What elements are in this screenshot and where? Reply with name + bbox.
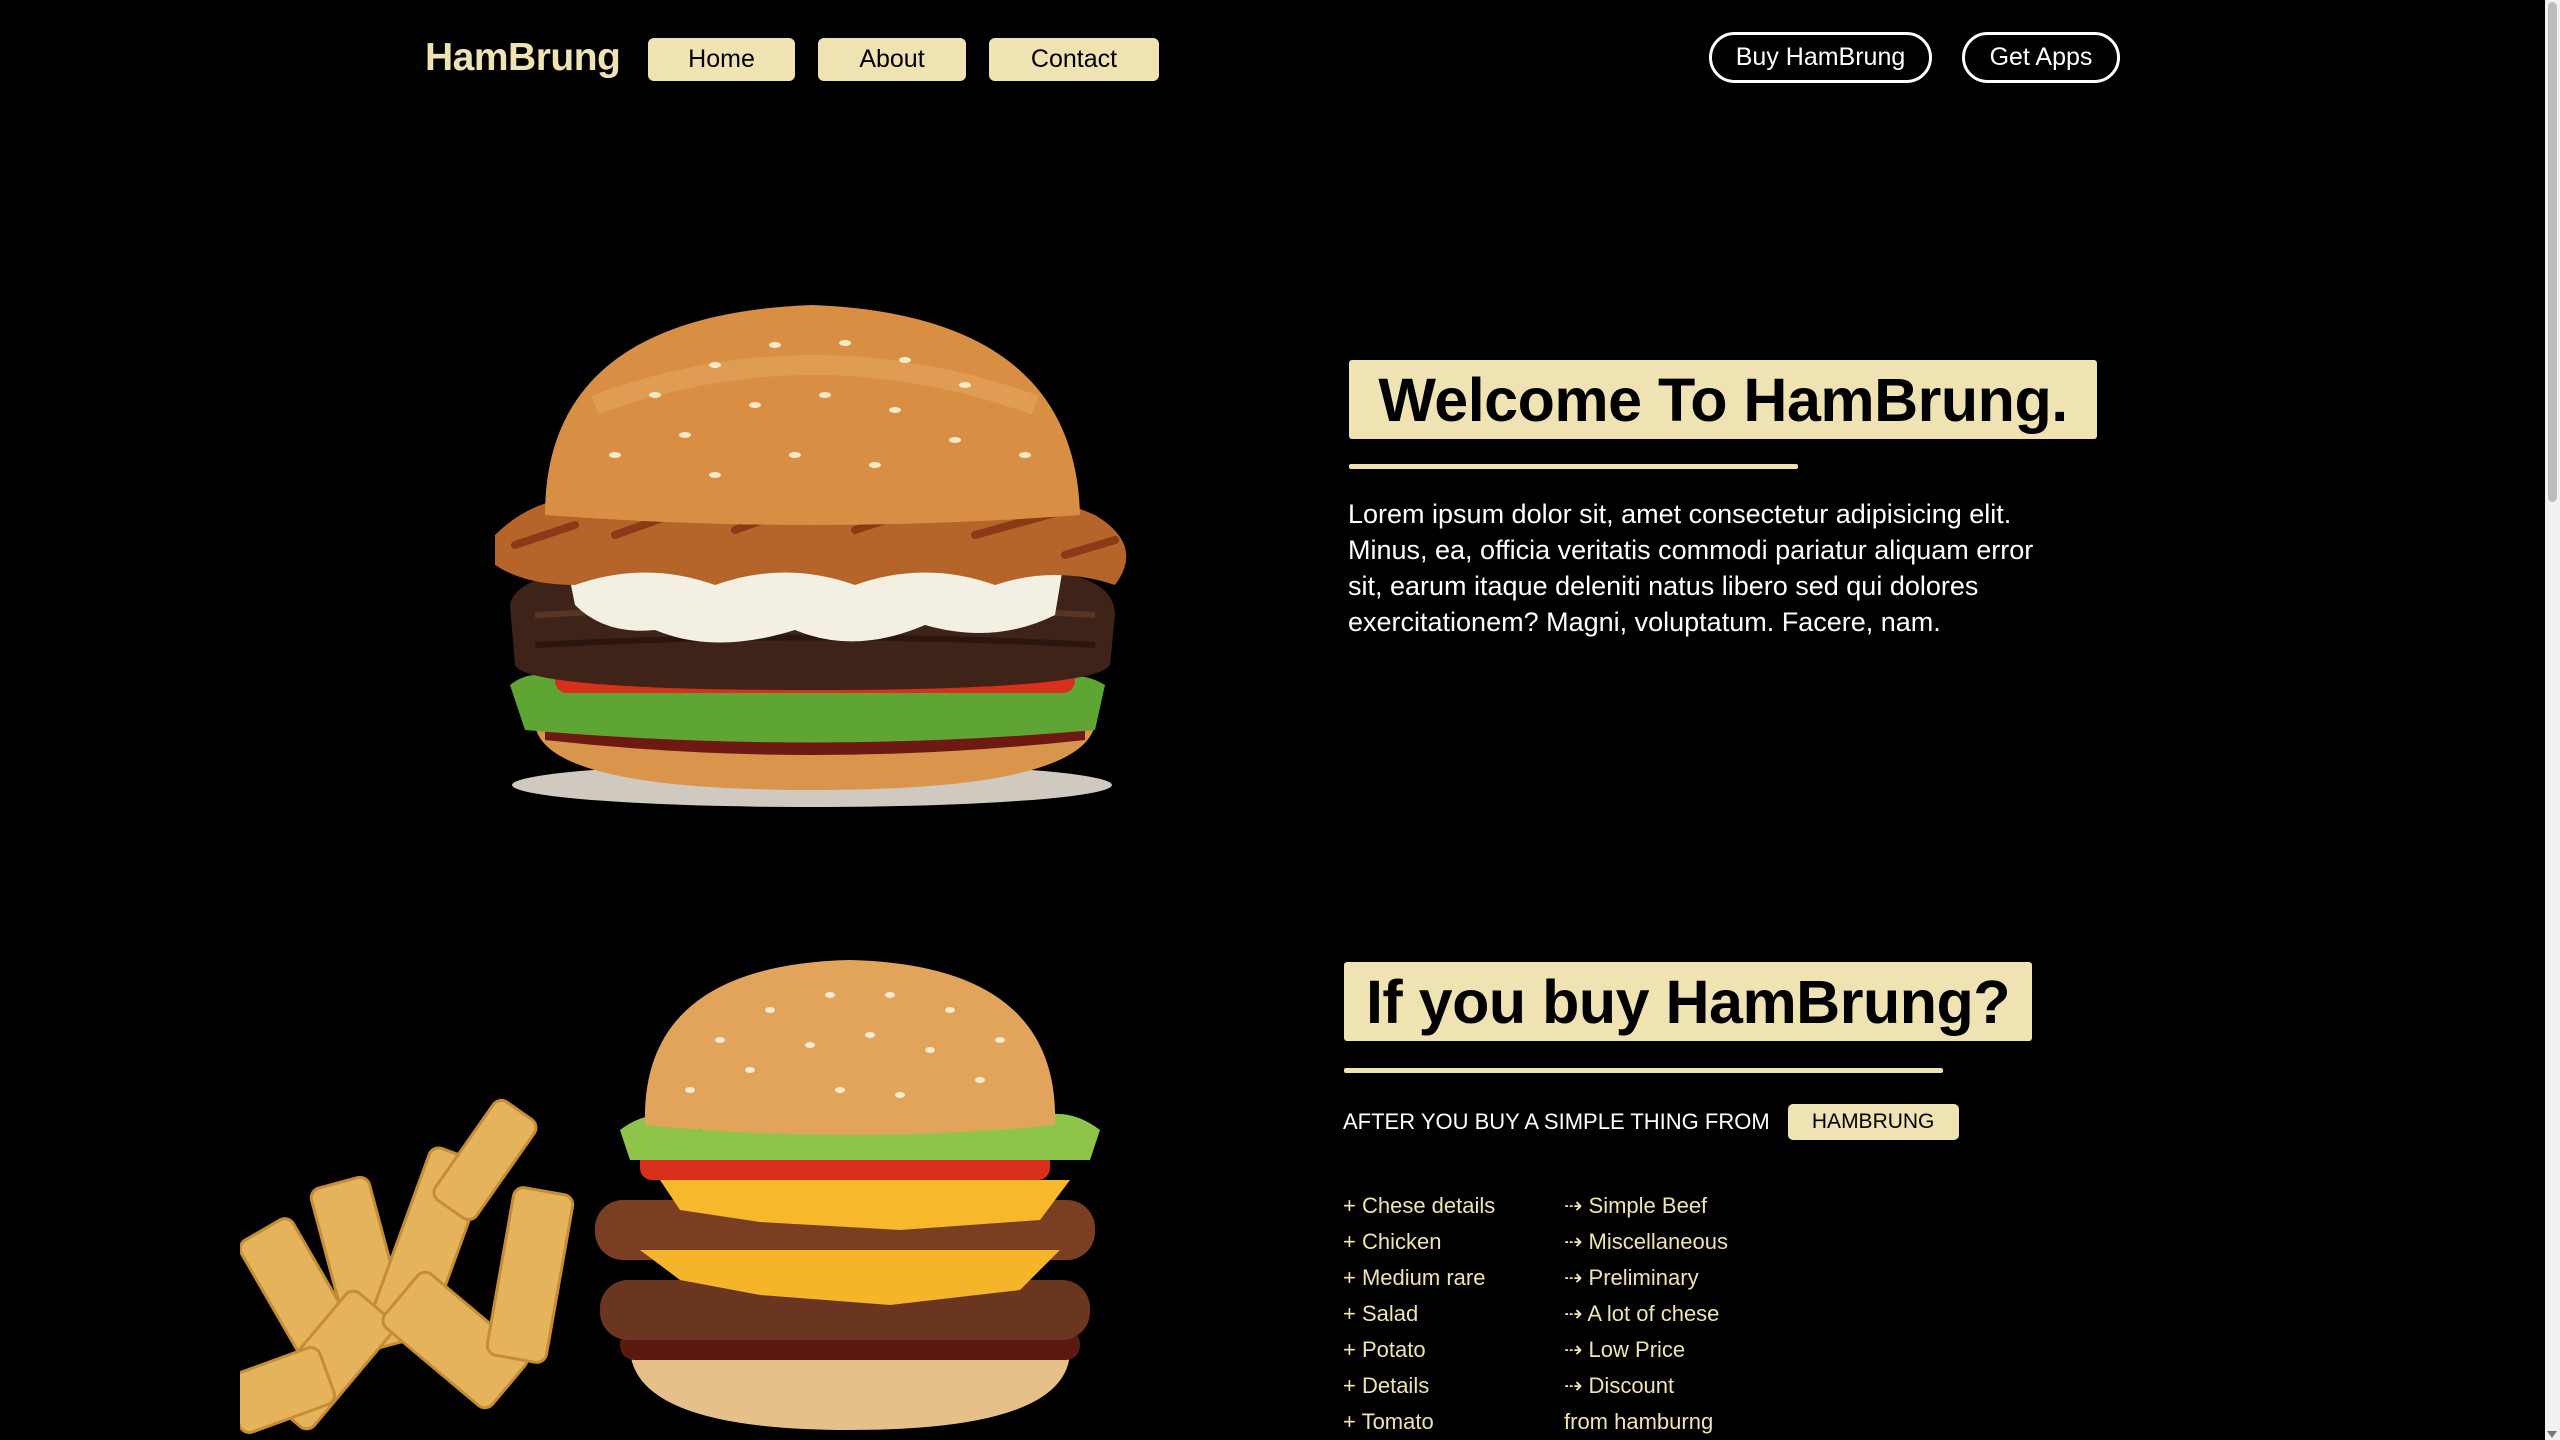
- scroll-down-arrow-icon[interactable]: [2547, 1431, 2557, 1438]
- list-item: + Salad: [1343, 1301, 1419, 1326]
- list-item: ⇢ Preliminary: [1564, 1265, 1699, 1290]
- burger-image: [495, 305, 1127, 807]
- features-list-left: + Chese details + Chicken + Medium rare …: [1343, 1188, 1495, 1440]
- hambrung-badge: HAMBRUNG: [1787, 1104, 1959, 1140]
- after-buy-line: AFTER YOU BUY A SIMPLE THING FROM HAMBRU…: [1343, 1104, 1959, 1140]
- brand-logo[interactable]: HamBrung: [425, 36, 621, 80]
- buy-hambrung-button[interactable]: Buy HamBrung: [1709, 32, 1932, 83]
- list-item: + Tomato: [1343, 1409, 1434, 1434]
- after-buy-text: AFTER YOU BUY A SIMPLE THING FROM: [1343, 1109, 1770, 1134]
- list-item: ⇢ Simple Beef: [1564, 1193, 1708, 1218]
- list-item: + Medium rare: [1343, 1265, 1486, 1290]
- nav-contact-button[interactable]: Contact: [989, 38, 1159, 81]
- nav-home-button[interactable]: Home: [648, 38, 795, 81]
- list-item: ⇢ A lot of chese: [1564, 1301, 1720, 1326]
- burger-fries-image: [240, 960, 1100, 1434]
- get-apps-button[interactable]: Get Apps: [1962, 32, 2120, 83]
- list-item: + Chese details: [1343, 1193, 1496, 1218]
- welcome-paragraph: Lorem ipsum dolor sit, amet consectetur …: [1348, 499, 2034, 637]
- list-item: + Details: [1343, 1373, 1430, 1398]
- heading-underline: [1349, 464, 1798, 469]
- nav-about-button[interactable]: About: [818, 38, 966, 81]
- list-item: ⇢ Discount: [1564, 1373, 1675, 1398]
- buy-heading: If you buy HamBrung?: [1344, 962, 2032, 1041]
- heading-underline: [1344, 1068, 1943, 1073]
- list-item: ⇢ Miscellaneous: [1564, 1229, 1728, 1254]
- scrollbar-thumb[interactable]: [2548, 2, 2557, 502]
- list-item: from hamburng: [1564, 1409, 1714, 1434]
- welcome-heading: Welcome To HamBrung.: [1349, 360, 2097, 439]
- features-list-right: ⇢ Simple Beef ⇢ Miscellaneous ⇢ Prelimin…: [1564, 1188, 1728, 1440]
- list-item: + Chicken: [1343, 1229, 1442, 1254]
- list-item: ⇢ Low Price: [1564, 1337, 1686, 1362]
- vertical-scrollbar[interactable]: [2545, 0, 2560, 1440]
- list-item: + Potato: [1343, 1337, 1426, 1362]
